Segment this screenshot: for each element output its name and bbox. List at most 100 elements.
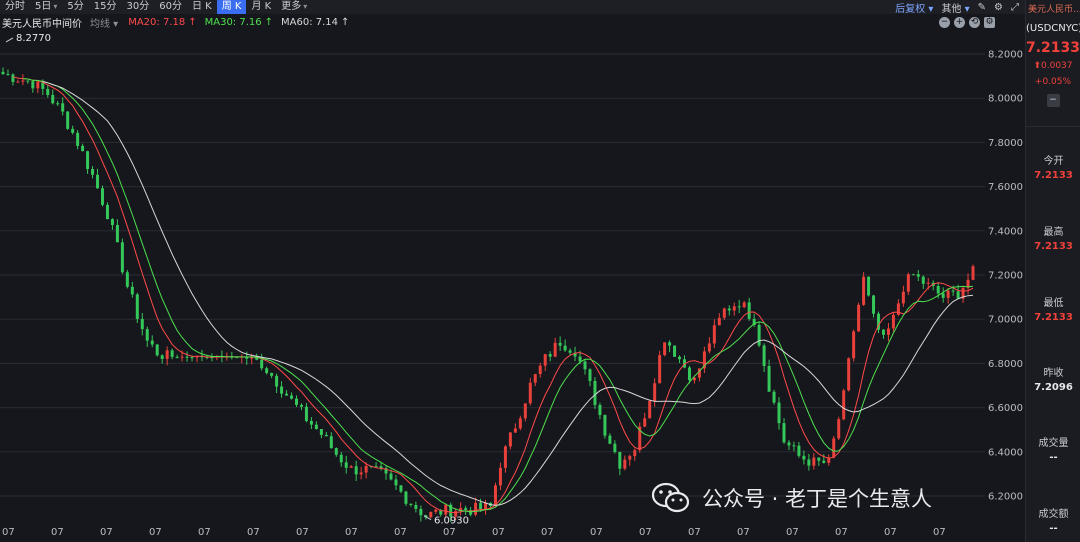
candle-body bbox=[618, 451, 622, 469]
quote-field-label: 今开 bbox=[1043, 156, 1064, 167]
candle-body bbox=[508, 432, 512, 447]
candle-body bbox=[414, 504, 418, 509]
candle-body bbox=[523, 403, 527, 419]
candle-body bbox=[926, 282, 930, 284]
period-tab-8[interactable]: 月 K bbox=[246, 0, 276, 14]
candle-body bbox=[916, 274, 920, 277]
period-tab-7[interactable]: 周 K bbox=[216, 0, 247, 14]
candle-body bbox=[180, 356, 184, 358]
other-label: 其他 bbox=[941, 3, 962, 15]
x-tick-label: 07 bbox=[345, 527, 358, 538]
period-tab-9[interactable]: 更多 ▾ bbox=[276, 0, 312, 14]
candle-body bbox=[911, 274, 915, 276]
collapse-icon[interactable]: − bbox=[1046, 94, 1060, 107]
x-tick-label: 07 bbox=[884, 527, 897, 538]
period-tab-4[interactable]: 30分 bbox=[122, 0, 155, 14]
quote-field-value: 7.2096 bbox=[1034, 382, 1073, 393]
settings-icon[interactable]: ⚙ bbox=[994, 2, 1003, 13]
candle-body bbox=[31, 81, 35, 89]
candle-body bbox=[802, 455, 806, 460]
ma30-line bbox=[22, 78, 974, 513]
candle-body bbox=[822, 460, 826, 463]
arrow-up-icon: ↑ bbox=[264, 16, 274, 28]
candle-body bbox=[812, 457, 816, 466]
reset-icon[interactable]: ⟲ bbox=[969, 16, 980, 28]
candle-body bbox=[329, 436, 333, 449]
candle-body bbox=[479, 502, 483, 510]
candle-body bbox=[906, 274, 910, 292]
x-tick-label: 07 bbox=[394, 527, 407, 538]
x-tick-label: 07 bbox=[737, 527, 750, 538]
candle-body bbox=[349, 466, 353, 468]
x-tick-label: 07 bbox=[247, 527, 260, 538]
quote-field-0: 今开 7.2133 bbox=[1026, 152, 1080, 181]
candle-body bbox=[1, 71, 5, 75]
candle-body bbox=[867, 276, 871, 296]
candle-body bbox=[518, 418, 522, 429]
candle-body bbox=[61, 103, 65, 112]
candle-body bbox=[150, 340, 154, 345]
candle-body bbox=[100, 188, 104, 205]
candle-body bbox=[578, 356, 582, 362]
period-tab-0[interactable]: 分时 bbox=[0, 0, 30, 14]
candle-body bbox=[707, 343, 711, 352]
candle-body bbox=[742, 302, 746, 308]
candle-body bbox=[653, 383, 657, 401]
other-dropdown[interactable]: 其他 ▾ bbox=[941, 0, 969, 15]
x-tick-label: 07 bbox=[933, 527, 946, 538]
draw-icon[interactable]: ✎ bbox=[978, 2, 986, 13]
candle-body bbox=[16, 81, 20, 83]
zoom-out-icon[interactable]: − bbox=[939, 16, 950, 28]
wechat-icon bbox=[652, 482, 690, 513]
settings-panel-icon[interactable]: ⚙ bbox=[984, 16, 995, 28]
candle-body bbox=[767, 365, 771, 392]
candle-body bbox=[36, 81, 40, 89]
candle-body bbox=[678, 356, 682, 360]
candle-body bbox=[309, 420, 313, 425]
ma-label: MA30: 7.16 bbox=[204, 16, 262, 28]
price-change: ⬆0.0037 bbox=[1033, 61, 1073, 71]
candle-body bbox=[319, 429, 323, 435]
candle-body bbox=[563, 345, 567, 351]
candle-body bbox=[135, 294, 139, 319]
candle-body bbox=[66, 111, 70, 129]
candle-body bbox=[294, 398, 298, 405]
candle-body bbox=[658, 355, 662, 384]
candle-body bbox=[568, 350, 572, 353]
period-tab-2[interactable]: 5分 bbox=[62, 0, 88, 14]
period-tab-label: 更多 bbox=[281, 1, 302, 12]
fuquan-dropdown[interactable]: 后复权 ▾ bbox=[895, 0, 933, 15]
candle-body bbox=[936, 285, 940, 294]
candle-body bbox=[548, 354, 552, 357]
ma-value-0: MA20: 7.18 ↑ bbox=[128, 17, 196, 28]
period-tab-5[interactable]: 60分 bbox=[154, 0, 187, 14]
fullscreen-icon[interactable]: ⤢ bbox=[1011, 2, 1019, 13]
zoom-in-icon[interactable]: + bbox=[954, 16, 965, 28]
candle-body bbox=[583, 361, 587, 370]
kline-chart[interactable]: 8.2000 8.0000 7.8000 7.6000 7.4000 7.2000 7.00… bbox=[0, 30, 1025, 542]
candle-body bbox=[314, 424, 318, 430]
ma-selector[interactable]: 均线 ▾ bbox=[90, 15, 118, 30]
candle-body bbox=[787, 442, 791, 446]
candle-body bbox=[757, 324, 761, 346]
chevron-down-icon: ▾ bbox=[303, 2, 308, 11]
x-tick-label: 07 bbox=[492, 527, 505, 538]
candle-body bbox=[285, 393, 289, 396]
candle-body bbox=[324, 434, 328, 437]
period-tab-6[interactable]: 日 K bbox=[187, 0, 217, 14]
candle-body bbox=[727, 308, 731, 311]
candle-body bbox=[498, 467, 502, 486]
period-tab-1[interactable]: 5日 ▾ bbox=[30, 0, 62, 14]
candle-body bbox=[265, 368, 269, 373]
x-tick-label: 07 bbox=[443, 527, 456, 538]
candle-body bbox=[593, 380, 597, 405]
candle-body bbox=[125, 272, 129, 287]
candle-body bbox=[643, 418, 647, 427]
quote-field-value: -- bbox=[1049, 452, 1058, 463]
candle-body bbox=[51, 94, 55, 104]
x-tick-label: 07 bbox=[835, 527, 848, 538]
candle-body bbox=[270, 372, 274, 376]
period-tab-3[interactable]: 15分 bbox=[89, 0, 122, 14]
candle-body bbox=[260, 359, 264, 369]
quote-field-4: 成交量 -- bbox=[1026, 434, 1080, 463]
